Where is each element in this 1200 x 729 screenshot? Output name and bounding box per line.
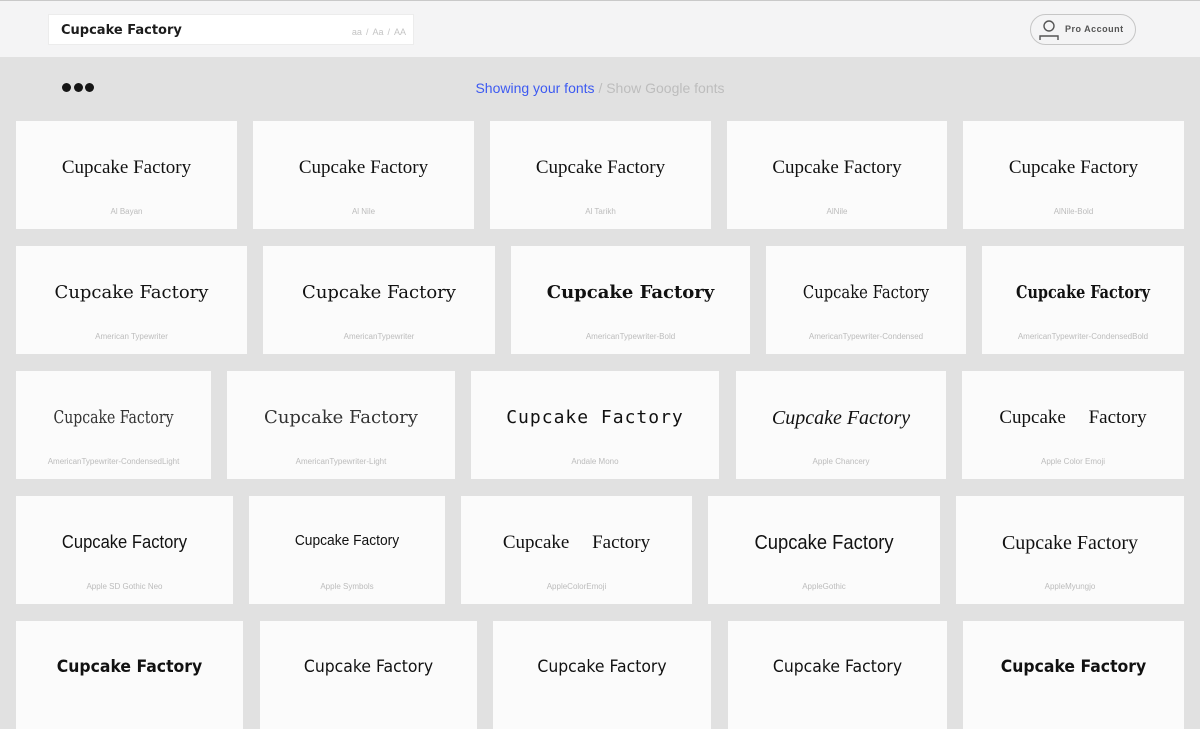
font-sample-text: Cupcake Factory — [535, 157, 666, 178]
font-sample-text: Cupcake Factory — [1008, 157, 1139, 178]
case-separator: / — [387, 27, 390, 37]
font-sample-text: Cupcake Factory — [506, 407, 684, 428]
font-name-label: AmericanTypewriter-CondensedBold — [1017, 332, 1149, 341]
font-name-label: AmericanTypewriter-Condensed — [808, 332, 924, 341]
sample-text-input[interactable] — [61, 20, 341, 40]
font-sample-text: Cupcake Factory — [61, 532, 188, 552]
font-name-label: American Typewriter — [95, 332, 168, 341]
font-sample-text: Cupcake Factory — [294, 532, 400, 549]
font-sample-text: Cupcake Factory — [1016, 282, 1150, 303]
font-card[interactable]: Cupcake Factory — [260, 621, 477, 729]
font-card[interactable]: Cupcake Factory AmericanTypewriter-Bold — [511, 246, 750, 354]
font-card[interactable]: Cupcake Factory Apple Chancery — [736, 371, 946, 479]
font-sample-text: Cupcake Factory — [999, 407, 1147, 428]
font-name-label: Al Nile — [351, 207, 376, 216]
font-card[interactable]: Cupcake Factory AmericanTypewriter-Conden… — [16, 371, 211, 479]
font-name-label: AppleMyungjo — [1044, 582, 1096, 591]
font-sample-text: Cupcake Factory — [298, 157, 429, 178]
titlecase-toggle[interactable]: Aa — [372, 27, 383, 37]
account-label: Pro Account — [1065, 24, 1124, 34]
font-name-label: AlNile — [826, 207, 848, 216]
font-name-label: AmericanTypewriter-Bold — [585, 332, 676, 341]
font-name-label: AmericanTypewriter-CondensedLight — [47, 457, 180, 466]
font-card[interactable]: Cupcake Factory Al Bayan — [16, 121, 237, 229]
font-name-label: AppleColorEmoji — [546, 582, 607, 591]
font-card[interactable]: Cupcake Factory Al Nile — [253, 121, 474, 229]
font-sample-text: Cupcake Factory — [771, 407, 911, 429]
font-card[interactable]: Cupcake Factory AmericanTypewriter-Light — [227, 371, 455, 479]
font-card[interactable]: Cupcake Factory Apple Symbols — [249, 496, 445, 604]
font-card[interactable]: Cupcake Factory AlNile — [727, 121, 947, 229]
font-name-label: Al Bayan — [110, 207, 143, 216]
your-fonts-link[interactable]: Showing your fonts — [475, 80, 594, 96]
font-name-label: Apple Chancery — [812, 457, 870, 466]
font-sample-text: Cupcake Factory — [772, 157, 902, 178]
pro-account-button[interactable]: Pro Account — [1030, 14, 1136, 45]
font-sample-text: Cupcake Factory — [802, 282, 930, 303]
top-bar: aa/Aa/AA Pro Account — [0, 0, 1200, 57]
font-card[interactable]: Cupcake Factory AppleMyungjo — [956, 496, 1184, 604]
font-sample-text: Cupcake Factory — [546, 282, 715, 303]
font-sample-text: Cupcake Factory — [264, 407, 418, 428]
font-card[interactable]: Cupcake Factory Andale Mono — [471, 371, 719, 479]
font-name-label: Apple Color Emoji — [1040, 457, 1106, 466]
font-card[interactable]: Cupcake Factory — [16, 621, 243, 729]
font-name-label: AppleGothic — [802, 582, 846, 591]
google-fonts-link[interactable]: Show Google fonts — [606, 80, 724, 96]
user-icon — [1039, 20, 1059, 40]
search-box[interactable]: aa/Aa/AA — [48, 14, 414, 45]
font-sample-text: Cupcake Factory — [754, 532, 894, 554]
font-sample-text: Cupcake Factory — [1001, 532, 1139, 554]
font-card[interactable]: Cupcake Factory AppleGothic — [708, 496, 940, 604]
font-sample-text: Cupcake Factory — [772, 657, 903, 677]
font-card[interactable]: Cupcake Factory American Typewriter — [16, 246, 247, 354]
font-sample-text: Cupcake Factory — [537, 657, 667, 677]
case-separator: / — [365, 27, 369, 37]
case-toggle-group: aa / Aa / AA — [352, 27, 406, 37]
font-card[interactable]: Cupcake Factory — [963, 621, 1184, 729]
lowercase-toggle[interactable]: aa — [352, 27, 362, 37]
font-sample-text: Cupcake Factory — [56, 657, 203, 677]
font-sample-text: Cupcake Factory — [302, 282, 456, 303]
font-card[interactable]: Cupcake Factory — [728, 621, 947, 729]
font-name-label: Apple Symbols — [320, 582, 374, 591]
font-card[interactable]: Cupcake Factory AppleColorEmoji — [461, 496, 692, 604]
uppercase-toggle[interactable]: AA — [394, 27, 406, 37]
font-card[interactable]: Cupcake Factory Al Tarikh — [490, 121, 711, 229]
font-name-label: AmericanTypewriter — [343, 332, 415, 341]
font-sample-text: Cupcake Factory — [53, 407, 174, 428]
font-card[interactable]: Cupcake Factory — [493, 621, 711, 729]
font-card[interactable]: Cupcake Factory AmericanTypewriter-Conden… — [766, 246, 966, 354]
font-card[interactable]: Cupcake Factory AlNile-Bold — [963, 121, 1184, 229]
font-name-label: Al Tarikh — [585, 207, 616, 216]
font-sample-text: Cupcake Factory — [303, 657, 434, 677]
font-name-label: AlNile-Bold — [1053, 207, 1094, 216]
source-separator: / — [598, 80, 603, 96]
font-card[interactable]: Cupcake Factory AmericanTypewriter-Conden… — [982, 246, 1184, 354]
font-sample-text: Cupcake Factory — [61, 157, 192, 178]
font-source-toggle: Showing your fonts / Show Google fonts — [0, 80, 1200, 96]
font-sample-text: Cupcake Factory — [54, 282, 209, 303]
font-sample-text: Cupcake Factory — [1000, 657, 1147, 677]
font-card[interactable]: Cupcake Factory Apple SD Gothic Neo — [16, 496, 233, 604]
font-sample-text: Cupcake Factory — [502, 532, 651, 553]
font-name-label: AmericanTypewriter-Light — [295, 457, 387, 466]
font-card[interactable]: Cupcake Factory Apple Color Emoji — [962, 371, 1184, 479]
font-name-label: Apple SD Gothic Neo — [86, 582, 163, 591]
font-card[interactable]: Cupcake Factory AmericanTypewriter — [263, 246, 495, 354]
font-name-label: Andale Mono — [571, 457, 619, 466]
